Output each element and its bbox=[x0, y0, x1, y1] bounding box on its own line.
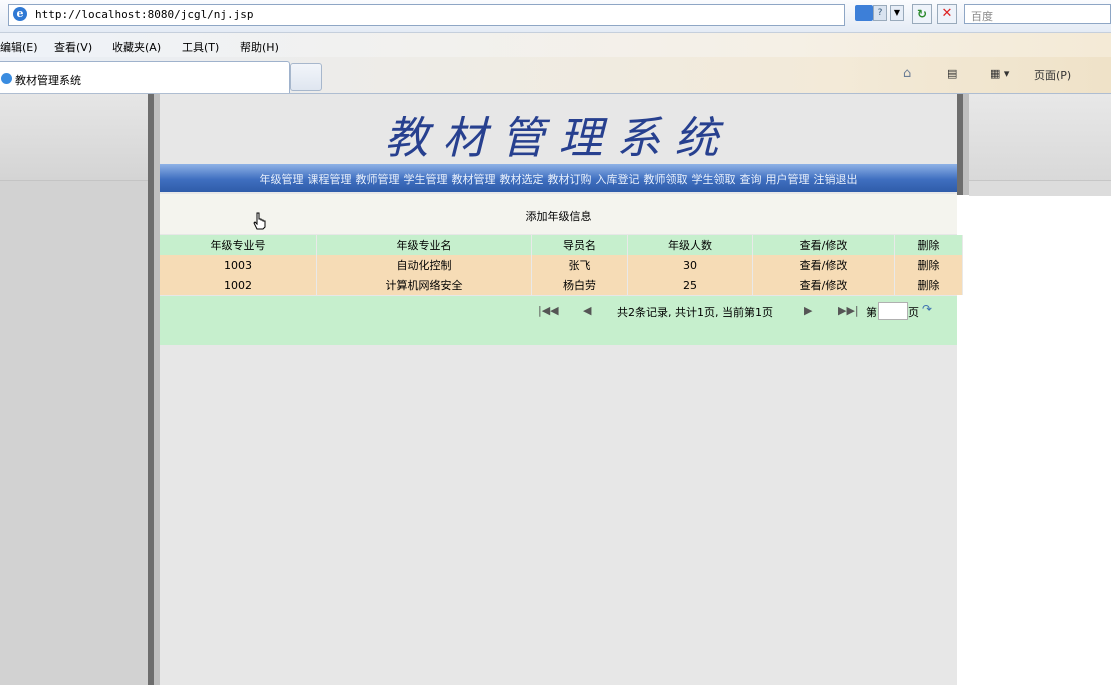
menu-bar: 编辑(E) 查看(V) 收藏夹(A) 工具(T) 帮助(H) bbox=[0, 33, 1111, 57]
nav-link[interactable]: 教材订购 bbox=[548, 173, 592, 186]
menu-edit[interactable]: 编辑(E) bbox=[0, 39, 38, 55]
next-page-button[interactable]: ▶ bbox=[804, 304, 812, 317]
tab-bar: 教材管理系统 bbox=[0, 57, 1111, 94]
rss-icon[interactable]: ▤ bbox=[947, 67, 957, 80]
delete-link[interactable]: 删除 bbox=[894, 275, 963, 295]
col-id: 年级专业号 bbox=[160, 235, 317, 255]
menu-favorites[interactable]: 收藏夹(A) bbox=[112, 39, 161, 55]
nav-link[interactable]: 年级管理 bbox=[260, 173, 304, 186]
view-edit-link[interactable]: 查看/修改 bbox=[752, 275, 895, 295]
cell-counselor: 张飞 bbox=[531, 255, 628, 275]
nav-bar: 年级管理 课程管理 教师管理 学生管理 教材管理 教材选定 教材订购 入库登记 教师领取 学生领取… bbox=[160, 164, 957, 192]
hand-cursor-icon bbox=[253, 212, 266, 230]
address-bar[interactable]: e http://localhost:8080/jcgl/nj.jsp bbox=[8, 4, 845, 26]
view-edit-link[interactable]: 查看/修改 bbox=[752, 255, 895, 275]
col-name: 年级专业名 bbox=[316, 235, 532, 255]
nav-link[interactable]: 教材管理 bbox=[452, 173, 496, 186]
address-toolbar: e http://localhost:8080/jcgl/nj.jsp ? ▼ … bbox=[0, 0, 1111, 33]
pager-info: 共2条记录, 共计1页, 当前第1页 bbox=[617, 306, 773, 319]
nav-link[interactable]: 用户管理 bbox=[766, 173, 810, 186]
cell-count: 30 bbox=[627, 255, 753, 275]
nav-link[interactable]: 教师领取 bbox=[644, 173, 688, 186]
page-number-input[interactable] bbox=[878, 302, 908, 320]
ie-page-icon: e bbox=[13, 7, 27, 21]
page-prefix: 第 bbox=[866, 306, 877, 319]
col-counselor: 导员名 bbox=[531, 235, 628, 255]
nav-link[interactable]: 学生领取 bbox=[692, 173, 736, 186]
go-page-icon[interactable]: ↷ bbox=[922, 302, 932, 316]
nav-link[interactable]: 教材选定 bbox=[500, 173, 544, 186]
stop-button[interactable]: ✕ bbox=[937, 4, 957, 24]
cell-name: 计算机网络安全 bbox=[316, 275, 532, 295]
col-delete: 删除 bbox=[894, 235, 963, 255]
home-icon[interactable]: ⌂ bbox=[903, 66, 919, 81]
table-row: 1002 计算机网络安全 杨白劳 25 查看/修改 删除 bbox=[160, 275, 963, 295]
nav-link[interactable]: 课程管理 bbox=[308, 173, 352, 186]
search-input[interactable]: 百度 bbox=[964, 4, 1111, 24]
site-banner: 教材管理系统 bbox=[160, 94, 957, 164]
last-page-button[interactable]: ▶▶| bbox=[838, 304, 859, 317]
cell-name: 自动化控制 bbox=[316, 255, 532, 275]
page-right-margin bbox=[969, 94, 1111, 196]
menu-tools[interactable]: 工具(T) bbox=[182, 39, 219, 55]
page-left-margin bbox=[0, 94, 148, 685]
refresh-button[interactable]: ↻ bbox=[912, 4, 932, 24]
main-content: 教材管理系统 年级管理 课程管理 教师管理 学生管理 教材管理 教材选定 教材订购 入库登记教… bbox=[160, 94, 963, 685]
col-count: 年级人数 bbox=[627, 235, 753, 255]
nav-link[interactable]: 教师管理 bbox=[356, 173, 400, 186]
first-page-button[interactable]: |◀◀ bbox=[538, 304, 559, 317]
nav-links: 年级管理 课程管理 教师管理 学生管理 教材管理 教材选定 教材订购 入库登记 教师领取 学生领取… bbox=[160, 171, 957, 187]
ie-tab-icon bbox=[1, 73, 12, 84]
address-url[interactable]: http://localhost:8080/jcgl/nj.jsp bbox=[35, 8, 254, 21]
nav-link[interactable]: 入库登记 bbox=[596, 173, 640, 186]
cell-id: 1003 bbox=[160, 255, 317, 275]
cell-counselor: 杨白劳 bbox=[531, 275, 628, 295]
search-placeholder: 百度 bbox=[971, 10, 993, 23]
help-icon[interactable]: ? bbox=[873, 5, 887, 21]
nav-link[interactable]: 学生管理 bbox=[404, 173, 448, 186]
nav-link[interactable]: 注销退出 bbox=[814, 173, 858, 186]
page-suffix: 页 bbox=[908, 306, 919, 319]
tab-current[interactable]: 教材管理系统 bbox=[0, 61, 290, 93]
pagination: |◀◀ ◀ 共2条记录, 共计1页, 当前第1页 ▶ ▶▶| 第 页 ↷ bbox=[160, 296, 957, 345]
table-header: 年级专业号 年级专业名 导员名 年级人数 查看/修改 删除 bbox=[160, 235, 963, 255]
print-icon[interactable]: ▦ ▾ bbox=[990, 67, 1009, 80]
tab-title: 教材管理系统 bbox=[15, 74, 81, 87]
add-row: 添加年级信息 bbox=[160, 194, 957, 234]
new-tab-button[interactable] bbox=[290, 63, 322, 91]
menu-help[interactable]: 帮助(H) bbox=[240, 39, 279, 55]
page-menu[interactable]: 页面(P) bbox=[1034, 67, 1071, 83]
cell-count: 25 bbox=[627, 275, 753, 295]
compatibility-view-icon[interactable] bbox=[855, 5, 873, 21]
cell-id: 1002 bbox=[160, 275, 317, 295]
col-view: 查看/修改 bbox=[752, 235, 895, 255]
grade-table: 年级专业号 年级专业名 导员名 年级人数 查看/修改 删除 1003 自动化控制… bbox=[160, 235, 963, 295]
add-grade-link[interactable]: 添加年级信息 bbox=[160, 208, 957, 224]
site-title: 教材管理系统 bbox=[384, 113, 733, 164]
chevron-down-icon[interactable]: ▼ bbox=[890, 5, 904, 21]
table-row: 1003 自动化控制 张飞 30 查看/修改 删除 bbox=[160, 255, 963, 275]
nav-link[interactable]: 查询 bbox=[740, 173, 762, 186]
delete-link[interactable]: 删除 bbox=[894, 255, 963, 275]
menu-view[interactable]: 查看(V) bbox=[54, 39, 92, 55]
prev-page-button[interactable]: ◀ bbox=[583, 304, 591, 317]
